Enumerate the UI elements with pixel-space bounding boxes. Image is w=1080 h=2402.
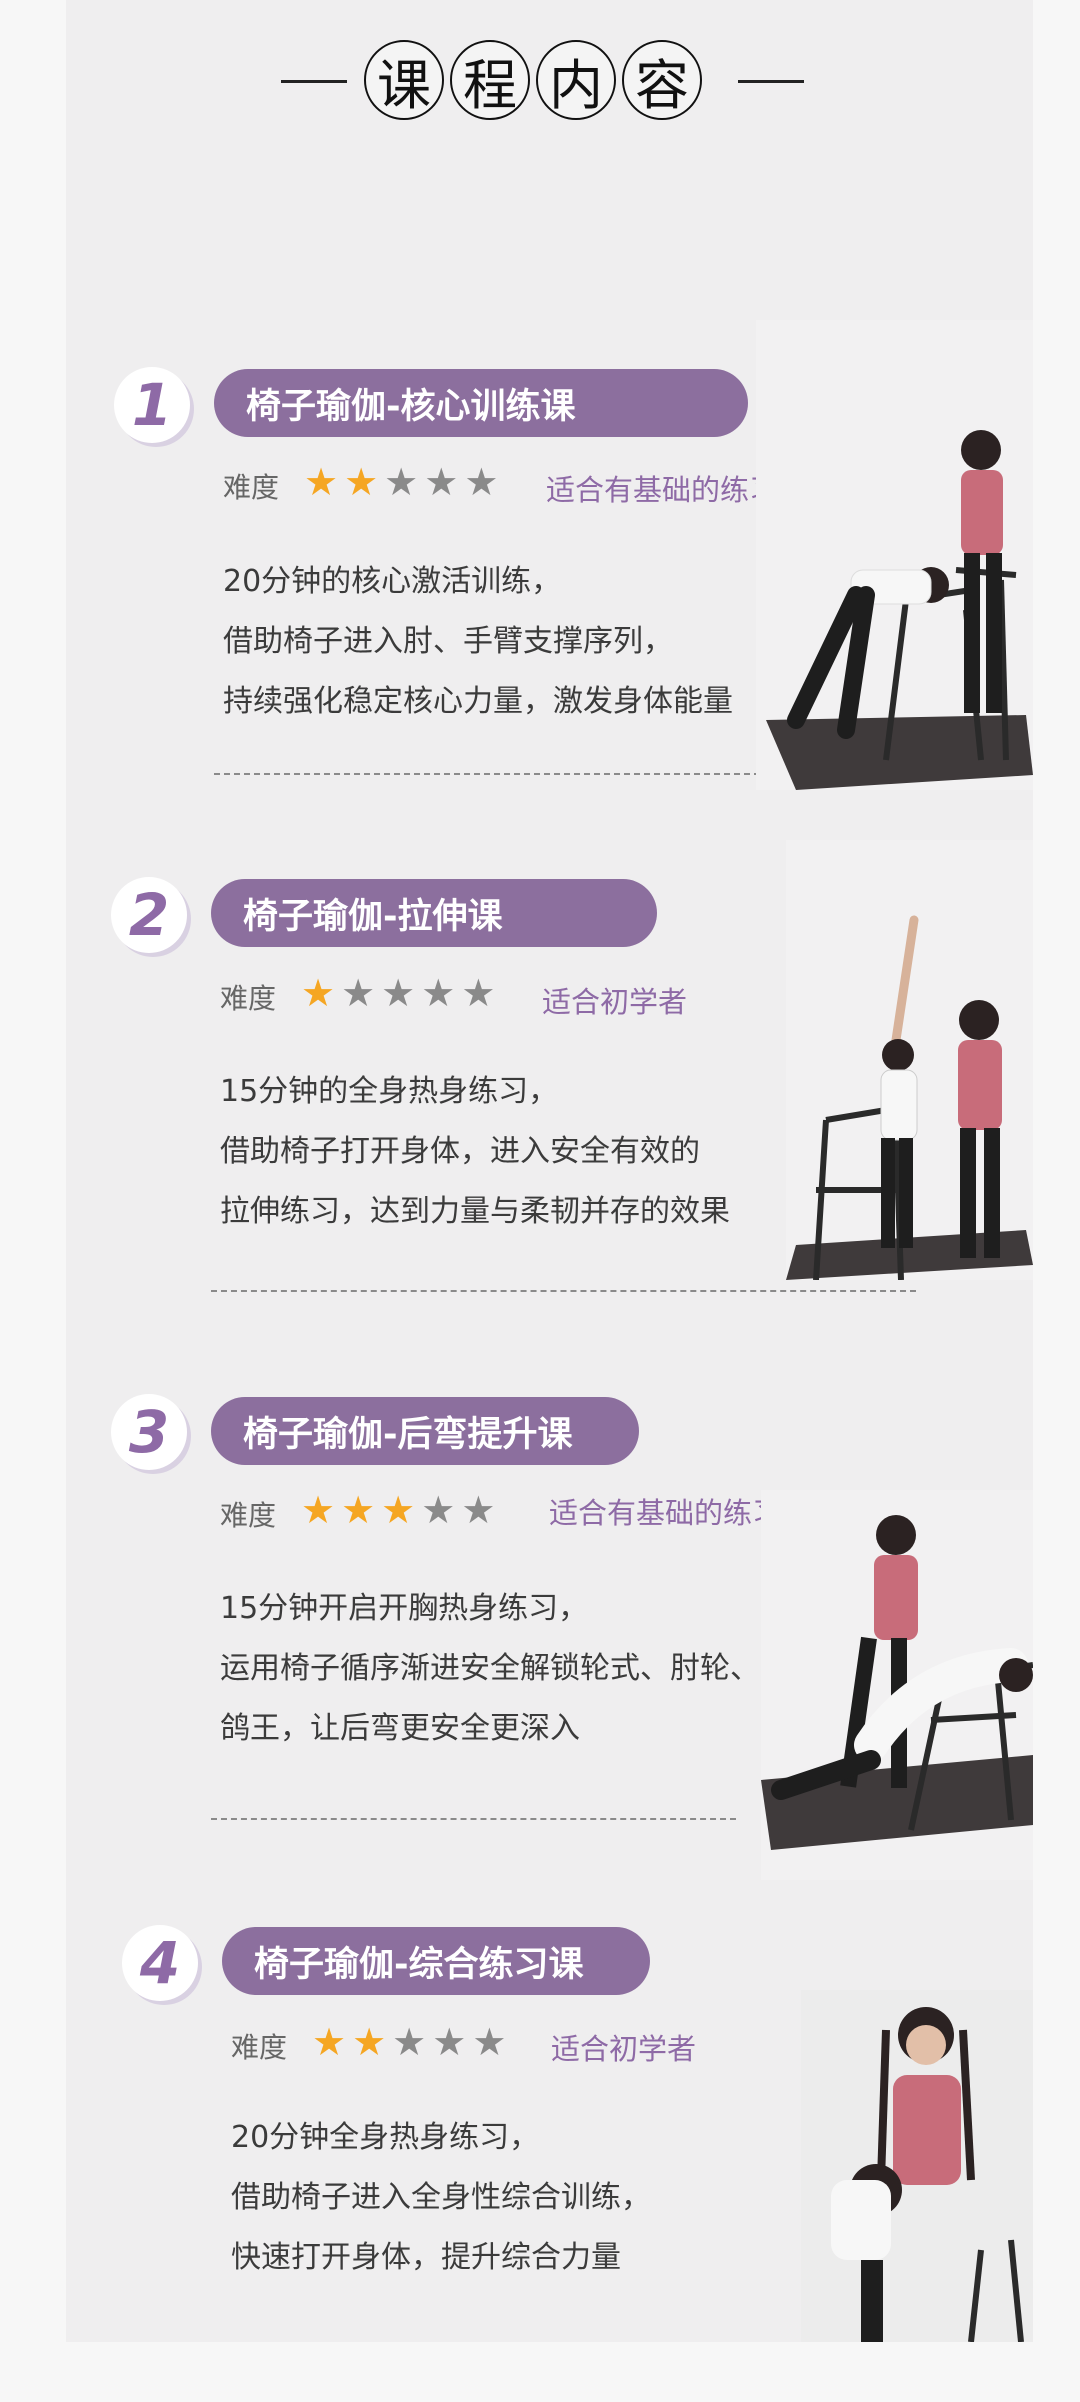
star-empty-icon: ★ (424, 460, 459, 504)
course-title: 椅子瑜伽-拉伸课 (211, 879, 657, 947)
dashed-divider (214, 773, 850, 775)
title-char: 内 (536, 40, 616, 120)
course-title: 椅子瑜伽-综合练习课 (222, 1927, 650, 1995)
header-line-right (738, 80, 804, 83)
star-empty-icon: ★ (421, 971, 456, 1015)
star-filled-icon: ★ (301, 1488, 336, 1532)
course-number-badge: 3 (111, 1394, 187, 1470)
star-empty-icon: ★ (421, 1488, 456, 1532)
description-line: 快速打开身体，提升综合力量 (231, 2240, 621, 2275)
level-tag: 适合初学者 (551, 2032, 697, 2066)
star-empty-icon: ★ (341, 971, 376, 1015)
description-line: 运用椅子循序渐进安全解锁轮式、肘轮、 (220, 1651, 760, 1686)
description-line: 借助椅子进入肘、手臂支撑序列， (223, 624, 673, 659)
star-empty-icon: ★ (464, 460, 499, 504)
star-empty-icon: ★ (381, 971, 416, 1015)
description-line: 15分钟开启开胸热身练习， (220, 1591, 589, 1626)
level-tag: 适合有基础的练习 (549, 1496, 782, 1530)
course-description: 20分钟的核心激活训练， 借助椅子进入肘、手臂支撑序列， 持续强化稳定核心力量，… (223, 552, 733, 732)
section-header: 课 程 内 容 (66, 36, 1033, 136)
course-number-badge: 2 (111, 877, 187, 953)
title-char: 容 (622, 40, 702, 120)
title-char: 课 (364, 40, 444, 120)
yoga-stretch-photo (786, 840, 1033, 1280)
description-line: 20分钟的核心激活训练， (223, 564, 562, 599)
course-description: 15分钟的全身热身练习， 借助椅子打开身体，进入安全有效的 拉伸练习，达到力量与… (220, 1062, 730, 1242)
yoga-combined-photo (801, 1990, 1033, 2342)
star-empty-icon: ★ (384, 460, 419, 504)
description-line: 借助椅子打开身体，进入安全有效的 (220, 1134, 700, 1169)
star-filled-icon: ★ (352, 2020, 387, 2064)
star-filled-icon: ★ (312, 2020, 347, 2064)
course-title: 椅子瑜伽-后弯提升课 (211, 1397, 639, 1465)
description-line: 持续强化稳定核心力量，激发身体能量 (223, 684, 733, 719)
difficulty-label: 难度 (220, 982, 277, 1015)
course-number-badge: 4 (122, 1925, 198, 2001)
description-line: 20分钟全身热身练习， (231, 2120, 540, 2155)
course-number-badge: 1 (114, 367, 190, 443)
star-filled-icon: ★ (304, 460, 339, 504)
difficulty-label: 难度 (220, 1499, 277, 1532)
course-description: 15分钟开启开胸热身练习， 运用椅子循序渐进安全解锁轮式、肘轮、 鸽王，让后弯更… (220, 1579, 760, 1759)
level-tag: 适合初学者 (542, 985, 688, 1019)
star-filled-icon: ★ (341, 1488, 376, 1532)
star-empty-icon: ★ (432, 2020, 467, 2064)
star-empty-icon: ★ (392, 2020, 427, 2064)
yoga-chair-photo (756, 320, 1033, 790)
difficulty-rating: ★ ★ ★ ★ ★ (304, 462, 498, 502)
course-title: 椅子瑜伽-核心训练课 (214, 369, 748, 437)
difficulty-rating: ★ ★ ★ ★ ★ (301, 973, 495, 1013)
title-char: 程 (450, 40, 530, 120)
difficulty-label: 难度 (223, 471, 280, 504)
star-filled-icon: ★ (381, 1488, 416, 1532)
header-line-left (281, 80, 347, 83)
star-empty-icon: ★ (461, 1488, 496, 1532)
dashed-divider (211, 1818, 736, 1820)
difficulty-label: 难度 (231, 2031, 288, 2064)
description-line: 鸽王，让后弯更安全更深入 (220, 1711, 580, 1746)
star-empty-icon: ★ (461, 971, 496, 1015)
section-title: 课 程 内 容 (364, 40, 702, 120)
star-filled-icon: ★ (344, 460, 379, 504)
description-line: 15分钟的全身热身练习， (220, 1074, 559, 1109)
course-content-panel: 课 程 内 容 1 椅子瑜伽-核心训练课 难度 ★ ★ ★ ★ ★ 适合有基础的练习 2… (66, 0, 1033, 2342)
description-line: 借助椅子进入全身性综合训练， (231, 2180, 651, 2215)
dashed-divider (211, 1290, 916, 1292)
course-description: 20分钟全身热身练习， 借助椅子进入全身性综合训练， 快速打开身体，提升综合力量 (231, 2108, 651, 2288)
star-filled-icon: ★ (301, 971, 336, 1015)
difficulty-rating: ★ ★ ★ ★ ★ (312, 2022, 506, 2062)
yoga-backbend-photo (761, 1490, 1033, 1880)
difficulty-rating: ★ ★ ★ ★ ★ (301, 1490, 495, 1530)
description-line: 拉伸练习，达到力量与柔韧并存的效果 (220, 1194, 730, 1229)
star-empty-icon: ★ (472, 2020, 507, 2064)
level-tag: 适合有基础的练习 (546, 473, 779, 507)
